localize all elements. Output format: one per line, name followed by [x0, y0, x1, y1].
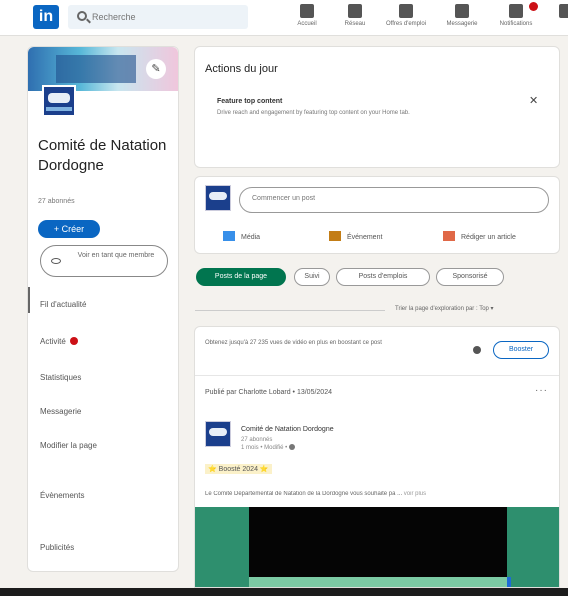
page-avatar — [205, 185, 231, 211]
cover-photo-collage — [56, 55, 136, 83]
tab-job-posts[interactable]: Posts d'emplois — [336, 268, 430, 286]
media-button[interactable]: Média — [223, 231, 260, 241]
view-as-member-label: Voir en tant que membre — [77, 252, 155, 259]
nav-more[interactable] — [556, 2, 568, 34]
info-icon[interactable] — [473, 346, 481, 354]
sidebar-item-feed[interactable]: Fil d'actualité — [40, 300, 86, 309]
more-icon — [559, 4, 568, 18]
top-navigation: in Accueil Réseau Offres d'emploi Messag… — [0, 0, 568, 36]
nav-home[interactable]: Accueil — [290, 2, 324, 34]
create-button[interactable]: + Créer — [38, 220, 100, 238]
nav-messaging-label: Messagerie — [446, 21, 478, 27]
avatar-swimmer-shape — [209, 192, 227, 200]
action-item-title[interactable]: Feature top content — [217, 98, 282, 105]
post-timestamp: 1 mois • Modifié • — [241, 445, 288, 451]
tab-page-posts[interactable]: Posts de la page — [196, 268, 286, 286]
post-author-avatar[interactable] — [205, 421, 231, 447]
nav-jobs-label: Offres d'emploi — [385, 21, 427, 27]
post-video[interactable] — [195, 507, 559, 587]
boost-button[interactable]: Booster — [493, 341, 549, 359]
event-button[interactable]: Événement — [329, 231, 382, 241]
post-author-name[interactable]: Comité de Natation Dordogne — [241, 426, 334, 433]
sidebar-item-edit-page[interactable]: Modifier la page — [40, 441, 97, 450]
post-body: Le Comité Départemental de Natation de l… — [205, 491, 403, 497]
nav-network[interactable]: Réseau — [338, 2, 372, 34]
sidebar-item-activity[interactable]: Activité — [40, 337, 78, 346]
video-lower-band — [249, 577, 507, 587]
post-author-timestamp-row: 1 mois • Modifié • — [241, 444, 296, 452]
media-label: Média — [241, 234, 261, 241]
avatar-swimmer-shape — [209, 428, 227, 436]
post-author-followers: 27 abonnés — [241, 437, 273, 443]
write-article-button[interactable]: Rédiger un article — [443, 231, 516, 241]
start-post-field[interactable] — [239, 187, 549, 213]
see-more-link[interactable]: voir plus — [404, 491, 426, 497]
edit-pencil-icon[interactable]: ✎ — [146, 59, 166, 79]
home-icon — [300, 4, 314, 18]
tab-following[interactable]: Suivi — [294, 268, 330, 286]
sidebar-item-events[interactable]: Évènements — [40, 491, 84, 500]
screen-bottom-edge — [0, 588, 568, 596]
messaging-icon — [455, 4, 469, 18]
linkedin-logo-icon[interactable]: in — [33, 5, 59, 29]
network-icon — [348, 4, 362, 18]
globe-icon — [289, 444, 296, 450]
daily-actions-title: Actions du jour — [205, 63, 278, 75]
notification-badge — [529, 2, 538, 11]
close-icon[interactable]: ✕ — [529, 94, 538, 107]
sidebar-item-messaging[interactable]: Messagerie — [40, 407, 81, 416]
page-logo[interactable] — [42, 85, 76, 117]
article-icon — [443, 231, 455, 241]
nav-jobs[interactable]: Offres d'emploi — [382, 2, 430, 34]
post-author-meta: 27 abonnés 1 mois • Modifié • — [241, 436, 296, 452]
tab-sponsored[interactable]: Sponsorisé — [436, 268, 504, 286]
bell-icon — [509, 4, 523, 18]
followers-count: 27 abonnés — [38, 198, 75, 205]
logo-stripe — [46, 107, 72, 111]
page-name[interactable]: Comité de Natation Dordogne — [38, 136, 174, 176]
nav-notifications[interactable]: Notifications — [492, 2, 540, 34]
view-as-member-button[interactable]: Voir en tant que membre — [40, 245, 168, 277]
post-divider — [195, 375, 559, 376]
sort-dropdown[interactable]: Trier la page d'exploration par : Top ▾ — [395, 305, 494, 312]
eye-icon — [51, 258, 61, 264]
post-text: Le Comité Départemental de Natation de l… — [205, 491, 555, 497]
nav-notifications-label: Notifications — [499, 21, 533, 27]
nav-home-label: Accueil — [297, 21, 317, 27]
logo-swimmer-shape — [48, 93, 70, 103]
daily-actions-card: Actions du jour Feature top content Driv… — [194, 46, 560, 168]
activity-badge — [69, 337, 78, 345]
sidebar-item-activity-label: Activité — [40, 337, 66, 346]
write-article-label: Rédiger un article — [461, 234, 516, 241]
sidebar-item-ads[interactable]: Publicités — [40, 543, 74, 552]
video-edge-marker — [507, 577, 511, 587]
page-sidebar-card: ✎ Comité de Natation Dordogne 27 abonnés… — [27, 46, 179, 572]
boost-promo-text: Obtenez jusqu'à 27 235 vues de vidéo en … — [205, 340, 382, 346]
search-box[interactable] — [68, 5, 248, 29]
sidebar-item-analytics[interactable]: Statistiques — [40, 373, 81, 382]
boosted-highlight: ⭐ Boosté 2024 ⭐ — [205, 464, 272, 474]
media-icon — [223, 231, 235, 241]
search-icon — [77, 11, 87, 21]
posted-by-text: Publié par Charlotte Lobard • 13/05/2024 — [205, 389, 332, 396]
post-card: Obtenez jusqu'à 27 235 vues de vidéo en … — [194, 326, 560, 588]
nav-messaging[interactable]: Messagerie — [440, 2, 484, 34]
event-icon — [329, 231, 341, 241]
event-label: Événement — [347, 234, 383, 241]
search-input[interactable] — [92, 9, 242, 25]
start-post-input[interactable] — [252, 195, 532, 202]
post-composer-card: Média Événement Rédiger un article — [194, 176, 560, 254]
action-item-description: Drive reach and engagement by featuring … — [217, 110, 410, 116]
briefcase-icon — [399, 4, 413, 18]
sort-divider — [195, 310, 385, 311]
video-frame — [249, 507, 507, 577]
active-menu-indicator — [28, 287, 30, 313]
more-options-icon[interactable]: ··· — [535, 385, 548, 396]
nav-network-label: Réseau — [344, 21, 366, 27]
